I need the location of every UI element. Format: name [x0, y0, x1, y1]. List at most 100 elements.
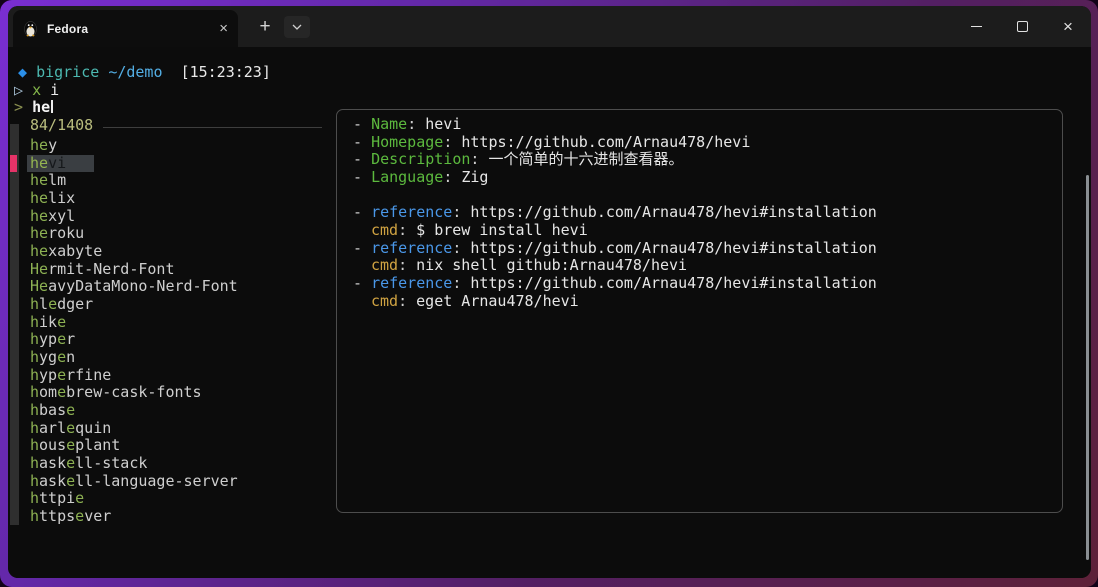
list-item[interactable]: hbase	[30, 402, 75, 420]
field-label: Description	[371, 150, 470, 168]
tab-close-button[interactable]: ×	[219, 21, 228, 36]
list-item[interactable]: hyper	[30, 331, 75, 349]
list-item[interactable]: homebrew-cask-fonts	[30, 384, 202, 402]
command-line: ▷ x i	[14, 82, 59, 100]
list-item[interactable]: hyperfine	[30, 367, 111, 385]
finder-gutter-bar	[10, 124, 19, 525]
list-item[interactable]: HeavyDataMono-Nerd-Font	[30, 278, 238, 296]
item-chars: ous	[39, 436, 66, 454]
reference-url[interactable]: https://github.com/Arnau478/hevi#install…	[470, 274, 876, 292]
finder-match-counter: 84/1408	[30, 117, 93, 135]
bullet-dash: -	[353, 274, 371, 292]
close-icon: ×	[1063, 18, 1073, 35]
matched-chars: h	[30, 330, 39, 348]
item-chars: vi	[48, 154, 66, 172]
list-item[interactable]: haskell-stack	[30, 455, 147, 473]
item-chars: om	[39, 383, 57, 401]
tab-fedora[interactable]: Fedora ×	[13, 10, 238, 47]
item-chars: rmit-Nerd-Font	[48, 260, 174, 278]
preview-field-line: - Homepage: https://github.com/Arnau478/…	[353, 134, 1050, 152]
matched-chars: h	[30, 507, 39, 525]
matched-chars: e	[57, 383, 66, 401]
matched-chars: e	[57, 313, 66, 331]
reference-line: - reference: https://github.com/Arnau478…	[353, 275, 1050, 293]
field-value[interactable]: https://github.com/Arnau478/hevi	[461, 133, 750, 151]
bullet-dash: -	[353, 115, 371, 133]
matched-chars: h	[30, 472, 39, 490]
finder-selection-pointer	[10, 155, 17, 173]
command-arg: i	[50, 81, 59, 99]
field-colon: :	[443, 133, 461, 151]
list-item[interactable]: hledger	[30, 296, 93, 314]
matched-chars: e	[48, 295, 57, 313]
cmd-label: cmd	[371, 221, 398, 239]
item-chars: xabyte	[48, 242, 102, 260]
list-item[interactable]: Hermit-Nerd-Font	[30, 261, 175, 279]
list-item[interactable]: hexabyte	[30, 243, 102, 261]
window-controls: ×	[953, 6, 1091, 47]
item-chars: lm	[48, 171, 66, 189]
list-item[interactable]: helm	[30, 172, 66, 190]
list-item[interactable]: haskell-language-server	[30, 473, 238, 491]
matched-chars: He	[30, 277, 48, 295]
matched-chars: h	[30, 383, 39, 401]
matched-chars: he	[30, 171, 48, 189]
cmd-label: cmd	[371, 256, 398, 274]
matched-chars: he	[30, 189, 48, 207]
maximize-button[interactable]	[999, 6, 1045, 47]
matched-chars: h	[30, 436, 39, 454]
matched-chars: h	[30, 295, 39, 313]
list-item[interactable]: helix	[30, 190, 75, 208]
cmd-colon: :	[398, 256, 416, 274]
terminal-content[interactable]: ◆ bigrice ~/demo [15:23:23] ▷ x i > he 8…	[8, 47, 1091, 578]
counter-separator-line	[103, 127, 322, 128]
item-chars: l	[39, 295, 48, 313]
finder-query-input[interactable]: > he	[14, 99, 53, 117]
matched-chars: h	[30, 348, 39, 366]
matched-chars: he	[30, 154, 48, 172]
item-chars: n	[66, 348, 75, 366]
preview-fields: - Name: hevi- Homepage: https://github.c…	[353, 116, 1050, 187]
bullet-dash: -	[353, 239, 371, 257]
list-item[interactable]: hike	[30, 314, 66, 332]
item-chars: ll-language-server	[75, 472, 238, 490]
command-suggestion-line: cmd: eget Arnau478/hevi	[353, 293, 1050, 311]
field-colon: :	[443, 168, 461, 186]
cmd-colon: :	[398, 292, 416, 310]
close-button[interactable]: ×	[1045, 6, 1091, 47]
titlebar[interactable]: Fedora × + ×	[8, 6, 1091, 47]
item-chars: yp	[39, 330, 57, 348]
list-item[interactable]: houseplant	[30, 437, 120, 455]
preview-field-line: - Name: hevi	[353, 116, 1050, 134]
reference-colon: :	[452, 203, 470, 221]
reference-url[interactable]: https://github.com/Arnau478/hevi#install…	[470, 203, 876, 221]
matched-chars: e	[66, 436, 75, 454]
cmd-text: $ brew install hevi	[416, 221, 588, 239]
command-suggestion-line: cmd: nix shell github:Arnau478/hevi	[353, 257, 1050, 275]
matched-chars: e	[66, 472, 75, 490]
new-tab-button[interactable]: +	[251, 13, 279, 41]
list-item[interactable]: harlequin	[30, 420, 111, 438]
matched-chars: h	[30, 366, 39, 384]
command-suggestion-line: cmd: $ brew install hevi	[353, 222, 1050, 240]
preview-blank-line	[353, 187, 1050, 205]
list-item[interactable]: hexyl	[30, 208, 75, 226]
list-item[interactable]: heroku	[30, 225, 84, 243]
command-marker-icon: ▷	[14, 81, 23, 99]
minimize-button[interactable]	[953, 6, 999, 47]
matched-chars: He	[30, 260, 48, 278]
list-item[interactable]: httpie	[30, 490, 84, 508]
reference-url[interactable]: https://github.com/Arnau478/hevi#install…	[470, 239, 876, 257]
matched-chars: h	[30, 313, 39, 331]
finder-prompt-symbol: >	[14, 98, 23, 116]
list-item[interactable]: hey	[30, 137, 57, 155]
item-chars: y	[48, 136, 57, 154]
list-item[interactable]: hevi	[30, 155, 94, 173]
preview-references: - reference: https://github.com/Arnau478…	[353, 204, 1050, 310]
prompt-marker-icon: ◆	[18, 63, 27, 81]
list-item[interactable]: httpsever	[30, 508, 111, 526]
tab-dropdown-button[interactable]	[284, 16, 310, 38]
matched-chars: e	[57, 348, 66, 366]
list-item[interactable]: hygen	[30, 349, 75, 367]
terminal-scrollbar[interactable]	[1086, 175, 1089, 560]
